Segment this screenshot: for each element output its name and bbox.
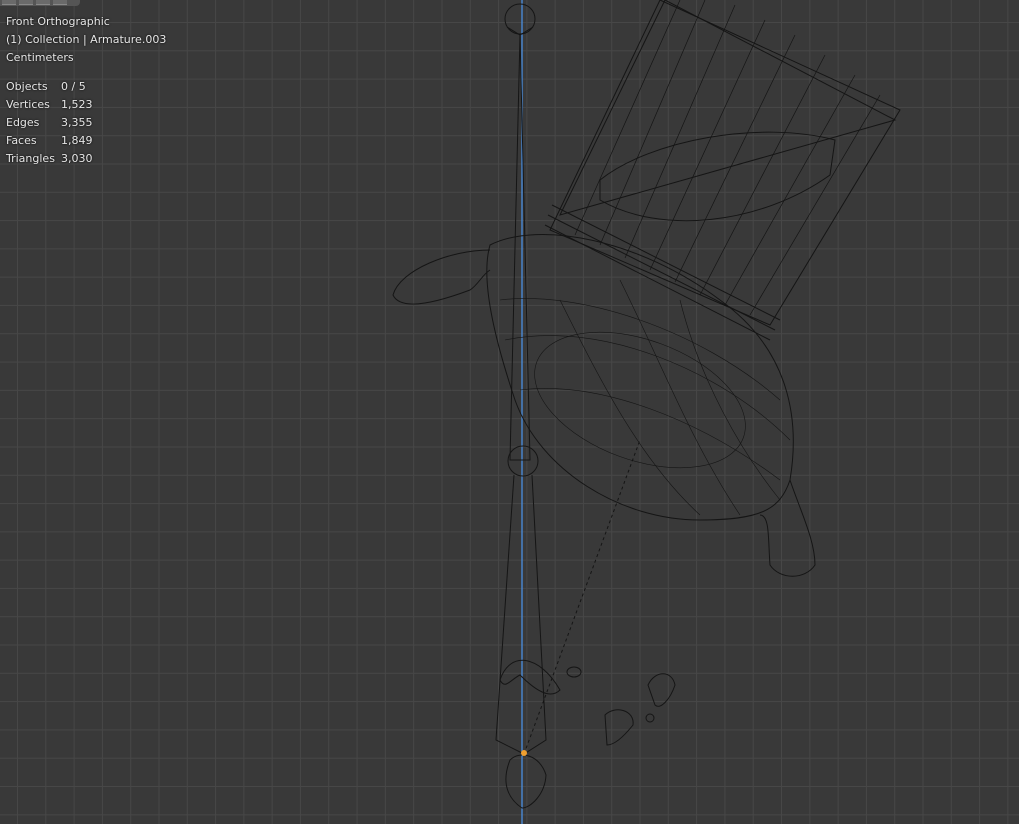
view-name: Front Orthographic <box>6 15 110 28</box>
armature-bone-lower <box>495 445 547 755</box>
head-mesh <box>392 233 816 577</box>
body-mesh <box>505 754 547 809</box>
units-label: Centimeters <box>6 51 74 64</box>
stat-objects: Objects 0 / 5 <box>6 80 86 93</box>
stat-faces: Faces 1,849 <box>6 134 93 147</box>
collection-info: (1) Collection | Armature.003 <box>6 33 167 46</box>
hand-mesh-left <box>604 709 634 746</box>
parent-relation-dashed-line <box>523 439 641 755</box>
stat-edges: Edges 3,355 <box>6 116 93 129</box>
scene-statistics: Objects 0 / 5 Vertices 1,523 Edges 3,355 Fa… <box>6 78 166 168</box>
stat-vertices: Vertices 1,523 <box>6 98 93 111</box>
hand-mesh-right <box>647 673 676 707</box>
mustache-mesh <box>499 659 561 695</box>
armature-bone-upper <box>504 3 536 461</box>
viewport-info-overlay: Front Orthographic (1) Collection | Arma… <box>6 13 166 168</box>
stat-triangles: Triangles 3,030 <box>6 152 93 165</box>
small-mesh-1 <box>566 666 582 678</box>
small-mesh-2 <box>645 713 655 723</box>
top-hat-mesh <box>544 0 901 341</box>
origin-point <box>521 750 527 756</box>
